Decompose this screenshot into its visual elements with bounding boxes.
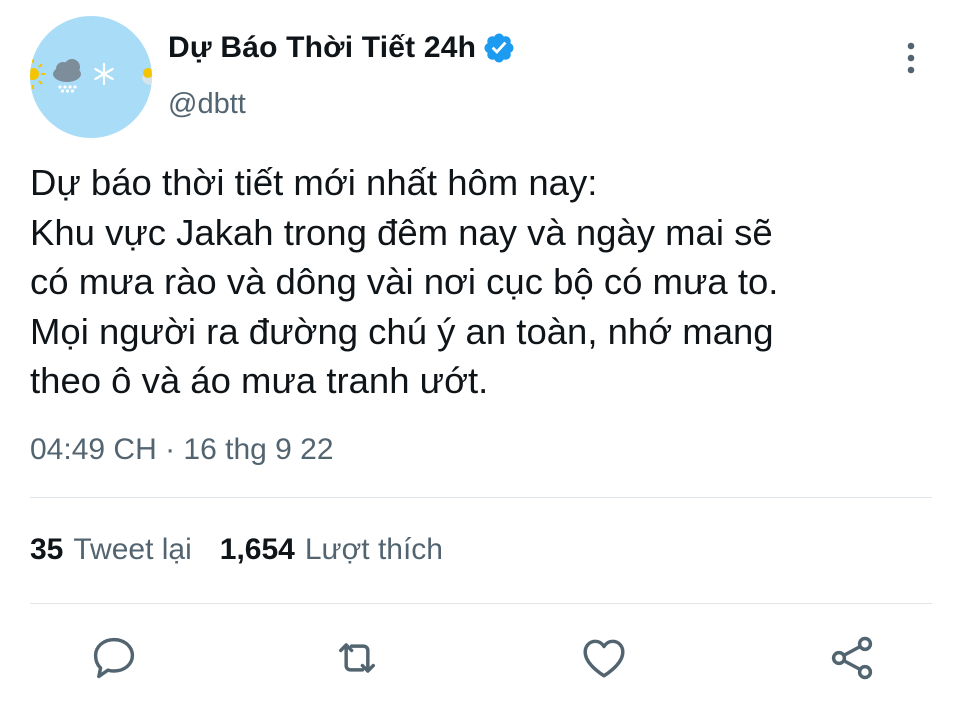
divider xyxy=(30,497,932,498)
weather-logo-icon xyxy=(30,59,152,93)
more-options-icon[interactable] xyxy=(896,40,926,76)
share-icon xyxy=(831,636,873,680)
retweet-icon xyxy=(339,643,375,673)
retweet-count: 35 xyxy=(30,533,64,566)
display-name[interactable]: Dự Báo Thời Tiết 24h xyxy=(168,31,516,65)
tweet-timestamp[interactable]: 04:49 CH · 16 thg 9 22 xyxy=(30,433,334,467)
tweet-line: Khu vực Jakah trong đêm nay và ngày mai … xyxy=(30,211,773,253)
tweet-text: Dự báo thời tiết mới nhất hôm nay: Khu v… xyxy=(30,158,945,406)
verified-badge-icon xyxy=(482,31,516,65)
tweet-stats: 35 Tweet lại 1,654 Lượt thích xyxy=(30,533,443,567)
reply-icon xyxy=(93,637,135,679)
tweet-line: Dự báo thời tiết mới nhất hôm nay: xyxy=(30,162,598,203)
reply-button[interactable] xyxy=(88,632,140,684)
like-button[interactable] xyxy=(578,632,630,684)
share-button[interactable] xyxy=(826,632,878,684)
tweet-line: theo ô và áo mưa tranh ướt. xyxy=(30,360,489,401)
like-stat[interactable]: 1,654 Lượt thích xyxy=(220,533,443,567)
like-icon xyxy=(583,639,625,678)
like-count: 1,654 xyxy=(219,533,295,566)
retweet-button[interactable] xyxy=(331,632,383,684)
retweet-stat[interactable]: 35 Tweet lại xyxy=(30,533,192,567)
tweet-line: Mọi người ra đường chú ý an toàn, nhớ ma… xyxy=(30,310,774,352)
like-label: Lượt thích xyxy=(304,533,443,566)
handle[interactable]: @dbtt xyxy=(168,88,246,121)
retweet-label: Tweet lại xyxy=(73,533,192,566)
display-name-text: Dự Báo Thời Tiết 24h xyxy=(168,31,477,64)
tweet-line: có mưa rào và dông vài nơi cục bộ có mưa… xyxy=(30,261,779,302)
divider xyxy=(30,603,932,604)
avatar[interactable] xyxy=(30,16,152,138)
